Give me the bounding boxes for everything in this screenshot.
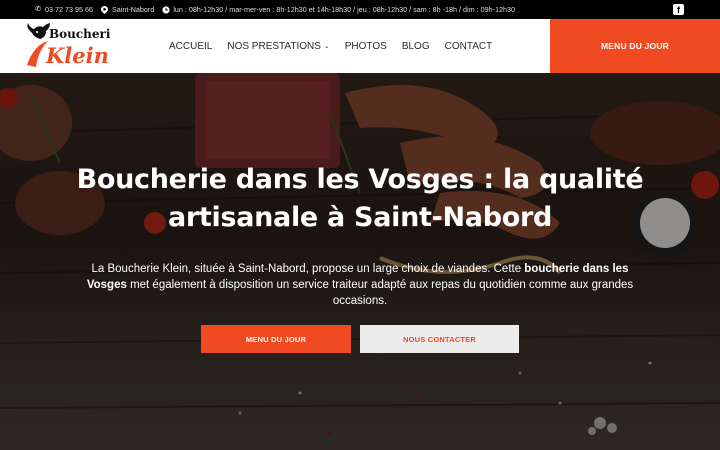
nav-prestations-label: NOS PRESTATIONS (227, 40, 321, 52)
nav-blog[interactable]: BLOG (402, 41, 430, 52)
svg-text:Klein: Klein (45, 43, 109, 68)
location-text: Saint-Nabord (111, 5, 155, 14)
nav-prestations[interactable]: NOS PRESTATIONS ⌄ (227, 41, 329, 52)
top-info-bar: ✆ 03 72 73 95 66 Saint-Nabord lun : 08h-… (0, 0, 720, 19)
chevron-down-icon: ⌄ (323, 43, 330, 50)
main-nav: ACCUEIL NOS PRESTATIONS ⌄ PHOTOS BLOG CO… (169, 19, 507, 73)
hero-title: Boucherie dans les Vosges : la qualité a… (60, 161, 660, 237)
location-pin-icon (101, 5, 109, 14)
hours-text: lun : 08h-12h30 / mar-mer-ven : 8h-12h30… (173, 5, 515, 14)
hero-contact-button[interactable]: NOUS CONTACTER (360, 325, 519, 353)
hero-title-line1: Boucherie dans les Vosges : la qualité (76, 164, 644, 195)
nav-photos[interactable]: PHOTOS (345, 41, 387, 52)
menu-du-jour-button[interactable]: MENU DU JOUR (550, 19, 720, 73)
phone-info[interactable]: ✆ 03 72 73 95 66 (34, 5, 93, 14)
hero-section: Boucherie dans les Vosges : la qualité a… (0, 73, 720, 450)
svg-text:Boucherie: Boucherie (49, 27, 110, 41)
facebook-icon[interactable]: f (673, 4, 684, 15)
hero-text-part2: met également à disposition un service t… (126, 279, 634, 307)
hero-menu-button[interactable]: MENU DU JOUR (201, 325, 351, 353)
hero-text-part1: La Boucherie Klein, située à Saint-Nabor… (91, 263, 525, 275)
phone-icon: ✆ (35, 5, 41, 13)
clock-icon (162, 5, 170, 14)
hero-description: La Boucherie Klein, située à Saint-Nabor… (70, 261, 650, 309)
nav-contact[interactable]: CONTACT (445, 41, 493, 52)
site-logo[interactable]: Boucherie Klein (24, 21, 118, 71)
nav-accueil[interactable]: ACCUEIL (169, 41, 212, 52)
site-header: Boucherie Klein ACCUEIL NOS PRESTATIONS … (0, 19, 720, 73)
hero-title-line2: artisanale à Saint-Nabord (167, 202, 553, 233)
location-info: Saint-Nabord (101, 5, 154, 14)
phone-number: 03 72 73 95 66 (45, 5, 93, 14)
hours-info: lun : 08h-12h30 / mar-mer-ven : 8h-12h30… (162, 5, 515, 14)
